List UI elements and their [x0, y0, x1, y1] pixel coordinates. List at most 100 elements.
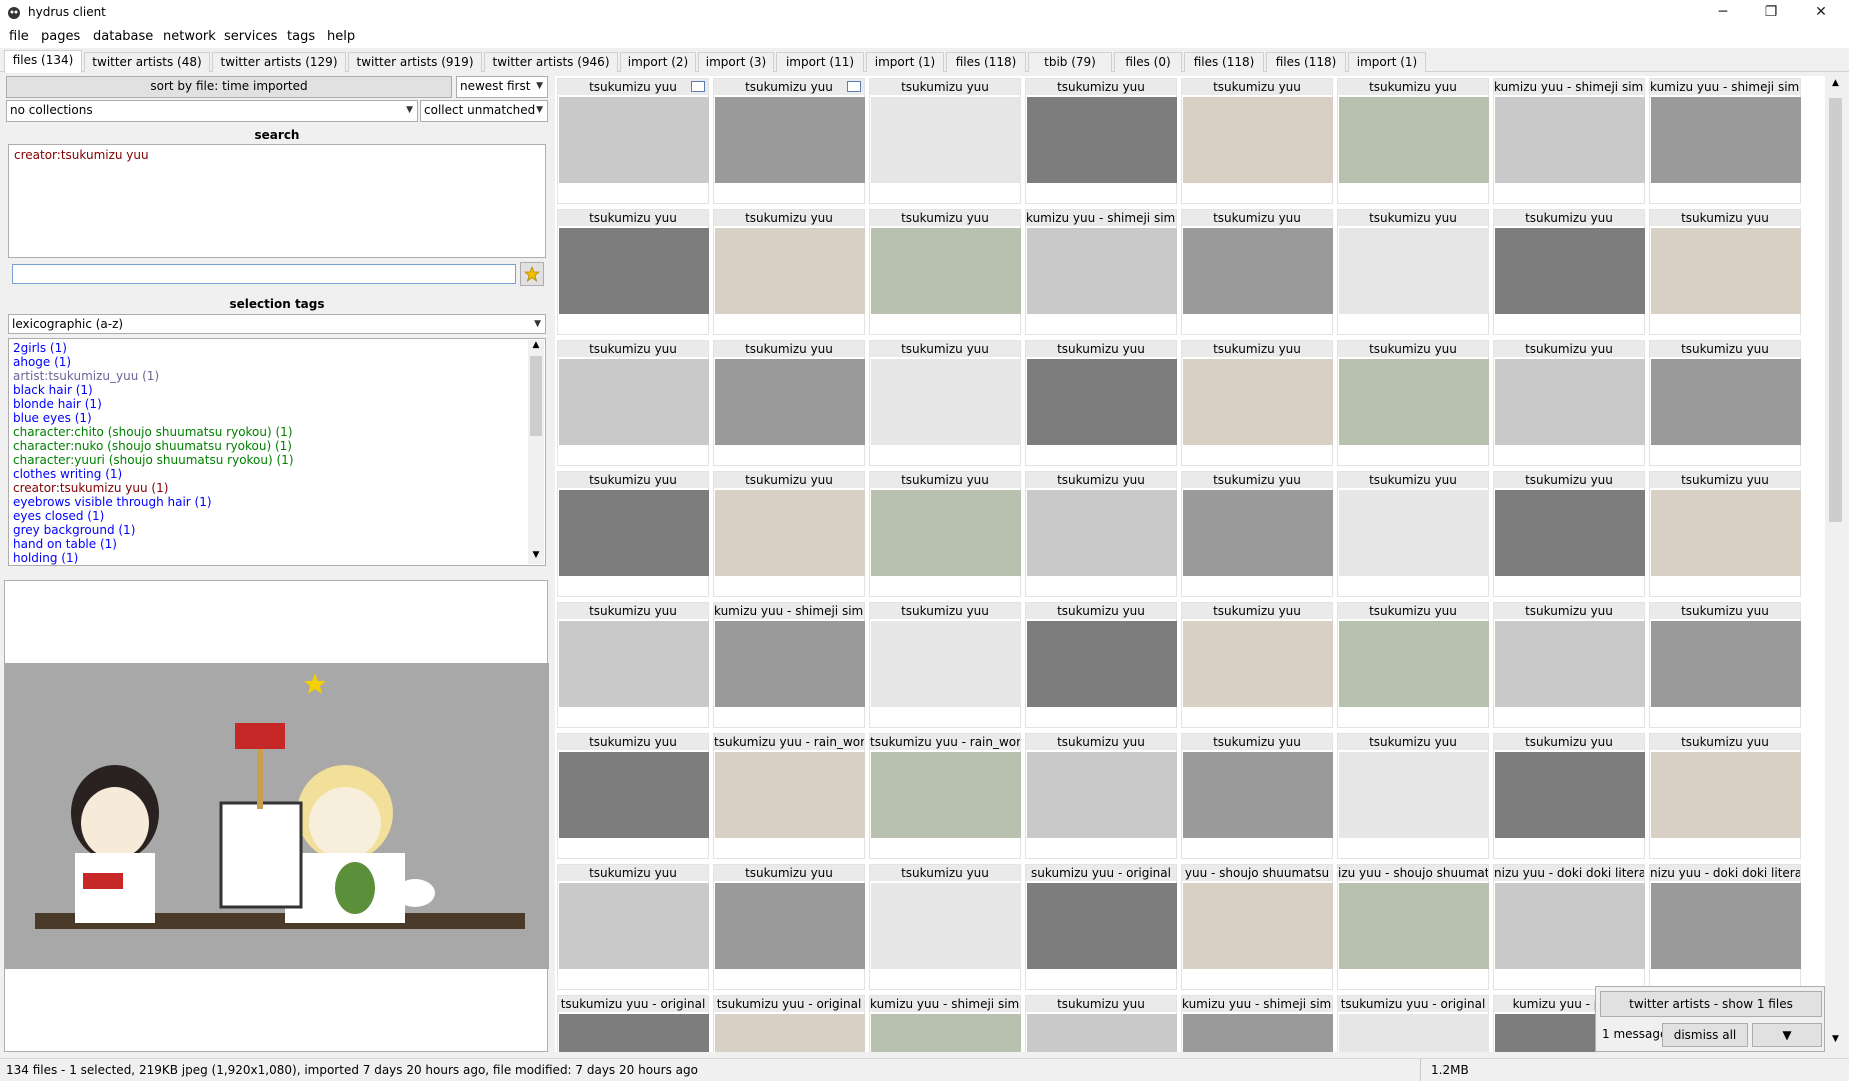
- scroll-up-icon[interactable]: ▲: [528, 340, 544, 354]
- thumbnail[interactable]: tsukumizu yuu: [713, 471, 865, 597]
- thumbnail[interactable]: tsukumizu yuu: [557, 733, 709, 859]
- thumbnail[interactable]: sukumizu yuu - original: [1025, 864, 1177, 990]
- thumbnail[interactable]: tsukumizu yuu: [1649, 602, 1801, 728]
- thumbnail[interactable]: tsukumizu yuu: [557, 602, 709, 728]
- thumbnail[interactable]: tsukumizu yuu: [1181, 602, 1333, 728]
- minimize-button[interactable]: ─: [1700, 0, 1746, 26]
- thumbnail[interactable]: kumizu yuu - shimeji simulat: [869, 995, 1021, 1052]
- thumbnail[interactable]: kumizu yuu - shimeji simulat: [1025, 209, 1177, 335]
- tag-eyebrows[interactable]: eyebrows visible through hair (1): [13, 495, 541, 509]
- thumbnail[interactable]: tsukumizu yuu: [557, 78, 709, 204]
- thumbnail[interactable]: tsukumizu yuu - original: [713, 995, 865, 1052]
- tag-blue-eyes[interactable]: blue eyes (1): [13, 411, 541, 425]
- thumbnail[interactable]: tsukumizu yuu: [869, 209, 1021, 335]
- thumbnail[interactable]: izu yuu - shoujo shuumatsu: [1337, 864, 1489, 990]
- thumbnail[interactable]: tsukumizu yuu: [713, 78, 865, 204]
- thumbnail[interactable]: tsukumizu yuu: [1649, 733, 1801, 859]
- tab-twitter-artists-946[interactable]: twitter artists (946): [484, 52, 618, 72]
- scroll-up-icon[interactable]: ▲: [1827, 78, 1844, 94]
- thumbnail[interactable]: tsukumizu yuu: [869, 864, 1021, 990]
- tag-sort-select[interactable]: lexicographic (a-z) ▼: [8, 314, 546, 334]
- menu-tags[interactable]: tags: [287, 29, 315, 44]
- thumbnail[interactable]: tsukumizu yuu: [1025, 78, 1177, 204]
- search-predicates-list[interactable]: creator:tsukumizu yuu: [8, 144, 546, 258]
- collect-select[interactable]: collect unmatched ▼: [420, 100, 548, 122]
- thumbnail[interactable]: tsukumizu yuu: [869, 340, 1021, 466]
- thumbnail[interactable]: tsukumizu yuu - original: [1337, 995, 1489, 1052]
- tag-creator[interactable]: creator:tsukumizu yuu (1): [13, 481, 541, 495]
- thumbnail[interactable]: tsukumizu yuu: [713, 864, 865, 990]
- menu-file[interactable]: file: [9, 29, 29, 44]
- thumbnail[interactable]: tsukumizu yuu: [869, 602, 1021, 728]
- thumbnail[interactable]: kumizu yuu - shimeji simulat: [1493, 78, 1645, 204]
- tab-import-3[interactable]: import (3): [698, 52, 774, 72]
- scroll-down-icon[interactable]: ▼: [528, 550, 544, 564]
- thumbnail[interactable]: tsukumizu yuu: [1337, 209, 1489, 335]
- menu-help[interactable]: help: [327, 29, 355, 44]
- thumbnail[interactable]: tsukumizu yuu: [1181, 733, 1333, 859]
- thumbnail[interactable]: tsukumizu yuu: [713, 209, 865, 335]
- menu-network[interactable]: network: [163, 29, 216, 44]
- tab-files-0[interactable]: files (0): [1114, 52, 1182, 72]
- thumbnail[interactable]: tsukumizu yuu: [1025, 471, 1177, 597]
- search-predicate[interactable]: creator:tsukumizu yuu: [14, 148, 540, 162]
- selection-tags-list[interactable]: 2girls (1) ahoge (1) artist:tsukumizu_yu…: [8, 338, 546, 566]
- thumbnail[interactable]: tsukumizu yuu: [1493, 340, 1645, 466]
- thumbnail[interactable]: tsukumizu yuu: [1337, 340, 1489, 466]
- menu-pages[interactable]: pages: [41, 29, 80, 44]
- tag-2girls[interactable]: 2girls (1): [13, 341, 541, 355]
- tab-twitter-artists-919[interactable]: twitter artists (919): [348, 52, 482, 72]
- thumbnail[interactable]: tsukumizu yuu - rain_world: [869, 733, 1021, 859]
- thumbnail[interactable]: tsukumizu yuu: [557, 209, 709, 335]
- tab-tbib-79[interactable]: tbib (79): [1028, 52, 1112, 72]
- tag-holding[interactable]: holding (1): [13, 551, 541, 565]
- thumbnail[interactable]: tsukumizu yuu: [1181, 340, 1333, 466]
- thumbnail[interactable]: tsukumizu yuu: [1181, 78, 1333, 204]
- thumbnail[interactable]: tsukumizu yuu: [1025, 340, 1177, 466]
- tab-files-118-a[interactable]: files (118): [946, 52, 1026, 72]
- tag-eyes-closed[interactable]: eyes closed (1): [13, 509, 541, 523]
- tag-ahoge[interactable]: ahoge (1): [13, 355, 541, 369]
- thumbnail[interactable]: kumizu yuu - shimeji simulat: [1649, 78, 1801, 204]
- favourite-searches-button[interactable]: [520, 262, 544, 286]
- tab-files-118-b[interactable]: files (118): [1184, 52, 1264, 72]
- thumbnail[interactable]: tsukumizu yuu: [557, 864, 709, 990]
- tag-hand-on-table[interactable]: hand on table (1): [13, 537, 541, 551]
- thumbnail[interactable]: tsukumizu yuu: [1337, 471, 1489, 597]
- thumbnail[interactable]: tsukumizu yuu: [1493, 733, 1645, 859]
- tab-import-2[interactable]: import (2): [620, 52, 696, 72]
- thumbnail[interactable]: tsukumizu yuu: [869, 471, 1021, 597]
- tag-character-yuuri[interactable]: character:yuuri (shoujo shuumatsu ryokou…: [13, 453, 541, 467]
- thumbnail[interactable]: kumizu yuu - shimeji simulat: [713, 602, 865, 728]
- thumbnail[interactable]: tsukumizu yuu: [1493, 602, 1645, 728]
- thumbnail[interactable]: tsukumizu yuu: [1337, 602, 1489, 728]
- thumbnail[interactable]: tsukumizu yuu: [1337, 78, 1489, 204]
- thumbnail[interactable]: tsukumizu yuu: [713, 340, 865, 466]
- thumbnail[interactable]: tsukumizu yuu: [1181, 471, 1333, 597]
- thumbnail[interactable]: tsukumizu yuu: [557, 340, 709, 466]
- thumbnail[interactable]: tsukumizu yuu - rain_world: [713, 733, 865, 859]
- tag-search-input[interactable]: [12, 264, 516, 284]
- show-files-button[interactable]: twitter artists - show 1 files: [1600, 991, 1822, 1017]
- tab-files-118-c[interactable]: files (118): [1266, 52, 1346, 72]
- tag-character-chito[interactable]: character:chito (shoujo shuumatsu ryokou…: [13, 425, 541, 439]
- thumbnail[interactable]: tsukumizu yuu: [869, 78, 1021, 204]
- tab-import-11[interactable]: import (11): [776, 52, 864, 72]
- thumbnail[interactable]: tsukumizu yuu: [1181, 209, 1333, 335]
- tags-scroll-thumb[interactable]: [530, 356, 542, 436]
- thumbnail[interactable]: tsukumizu yuu: [1337, 733, 1489, 859]
- thumbnail[interactable]: kumizu yuu - shimeji simulat: [1181, 995, 1333, 1052]
- thumbnail[interactable]: tsukumizu yuu: [1493, 471, 1645, 597]
- tab-files-134[interactable]: files (134): [4, 50, 82, 73]
- thumbnail-grid[interactable]: tsukumizu yuu tsukumizu yuu tsukumizu yuu t…: [555, 76, 1825, 1052]
- tab-import-1[interactable]: import (1): [866, 52, 944, 72]
- thumbnail[interactable]: nizu yuu - doki doki literatur: [1493, 864, 1645, 990]
- tag-blonde-hair[interactable]: blonde hair (1): [13, 397, 541, 411]
- close-button[interactable]: ✕: [1798, 0, 1844, 26]
- sort-by-button[interactable]: sort by file: time imported: [6, 76, 452, 98]
- thumbnail[interactable]: tsukumizu yuu: [1649, 340, 1801, 466]
- tab-import-1-b[interactable]: import (1): [1348, 52, 1426, 72]
- sort-order-select[interactable]: newest first ▼: [456, 76, 548, 98]
- menu-database[interactable]: database: [93, 29, 153, 44]
- thumbnail[interactable]: tsukumizu yuu: [1025, 733, 1177, 859]
